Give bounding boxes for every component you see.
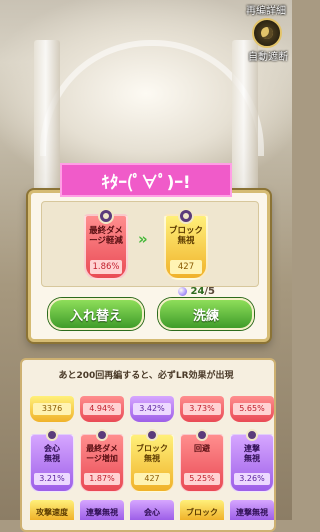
- effect-name: 連撃無視: [86, 508, 118, 517]
- effect-name: 攻撃速度: [36, 508, 68, 517]
- effect-value: 3.42%: [133, 403, 171, 415]
- current-effect-value: 1.86%: [90, 260, 122, 274]
- effect-card[interactable]: 3.42%: [130, 396, 174, 422]
- effect-value: 5.25%: [184, 473, 220, 485]
- effect-card[interactable]: ブロック: [180, 500, 224, 520]
- effect-card[interactable]: 連撃無視: [230, 500, 274, 520]
- effect-icon: [246, 429, 258, 441]
- effect-card[interactable]: 連撃無視: [80, 500, 124, 520]
- effect-value: 5.65%: [233, 403, 271, 415]
- lr-guarantee-notice: あと200回再編すると、必ずLR効果が出現: [58, 371, 234, 381]
- effect-card[interactable]: 会心: [130, 500, 174, 520]
- effect-name: 連撃無視: [244, 444, 260, 463]
- effect-card[interactable]: 4.94%: [80, 396, 124, 422]
- effect-card[interactable]: 3.73%: [180, 396, 224, 422]
- refine-button[interactable]: 洗練: [158, 298, 254, 330]
- effect-value: 3.73%: [183, 403, 221, 415]
- effect-name: ブロック: [186, 508, 218, 517]
- effect-card[interactable]: 最終ダメ ージ増加 1.87%: [80, 429, 124, 492]
- effect-card[interactable]: 3376: [30, 396, 74, 422]
- effect-name: 会心: [144, 508, 160, 517]
- effect-card[interactable]: ブロック 無視 427: [130, 429, 174, 492]
- effect-value: 4.94%: [83, 403, 121, 415]
- effect-name: 最終ダメ ージ増加: [86, 444, 118, 463]
- new-effect-value: 427: [170, 260, 202, 274]
- arrow-right-icon: »: [138, 230, 148, 248]
- counter-max: /5: [204, 286, 216, 297]
- effect-value: 427: [134, 473, 170, 485]
- new-effect-card[interactable]: ブロック 無視 427: [164, 208, 208, 280]
- effect-card[interactable]: 攻撃速度: [30, 500, 74, 520]
- current-effect-name: 最終ダメ ージ軽減: [89, 226, 123, 246]
- effect-icon: [96, 429, 108, 441]
- effect-name: ブロック 無視: [136, 444, 168, 463]
- effect-icon: [178, 208, 194, 224]
- effect-name: 連撃無視: [236, 508, 268, 517]
- effect-icon: [146, 429, 158, 441]
- current-effect-card[interactable]: 最終ダメ ージ軽減 1.86%: [84, 208, 128, 280]
- effect-card[interactable]: 5.65%: [230, 396, 274, 422]
- reforge-counter: 24/5: [178, 286, 215, 297]
- auto-stop-icon[interactable]: [252, 18, 282, 48]
- effect-value: 1.87%: [84, 473, 120, 485]
- effect-card[interactable]: 回避 5.25%: [180, 429, 224, 492]
- effect-value: 3.26%: [234, 473, 270, 485]
- effect-icon: [98, 208, 114, 224]
- reforge-compare-area: [41, 201, 259, 287]
- counter-current: 24: [190, 286, 205, 297]
- celebration-banner: ｷﾀｰ(ﾟ∀ﾟ)ｰ!: [60, 163, 232, 197]
- effect-card[interactable]: 連撃 無視 3.26%: [230, 429, 274, 492]
- effect-name: 会心 無視: [44, 444, 60, 463]
- new-effect-name: ブロック 無視: [168, 226, 203, 246]
- effect-name: 回避: [194, 444, 210, 453]
- effect-value: 3376: [33, 403, 71, 415]
- effect-value: 3.21%: [34, 473, 70, 485]
- gem-icon: [178, 286, 187, 296]
- effect-card[interactable]: 会心 無視 3.21%: [30, 429, 74, 492]
- effect-icon: [196, 429, 208, 441]
- replace-button[interactable]: 入れ替え: [48, 298, 144, 330]
- auto-stop-label: 自動遮断: [248, 52, 288, 63]
- reforge-detail-link[interactable]: 再編詳細: [246, 2, 286, 17]
- effect-icon: [46, 429, 58, 441]
